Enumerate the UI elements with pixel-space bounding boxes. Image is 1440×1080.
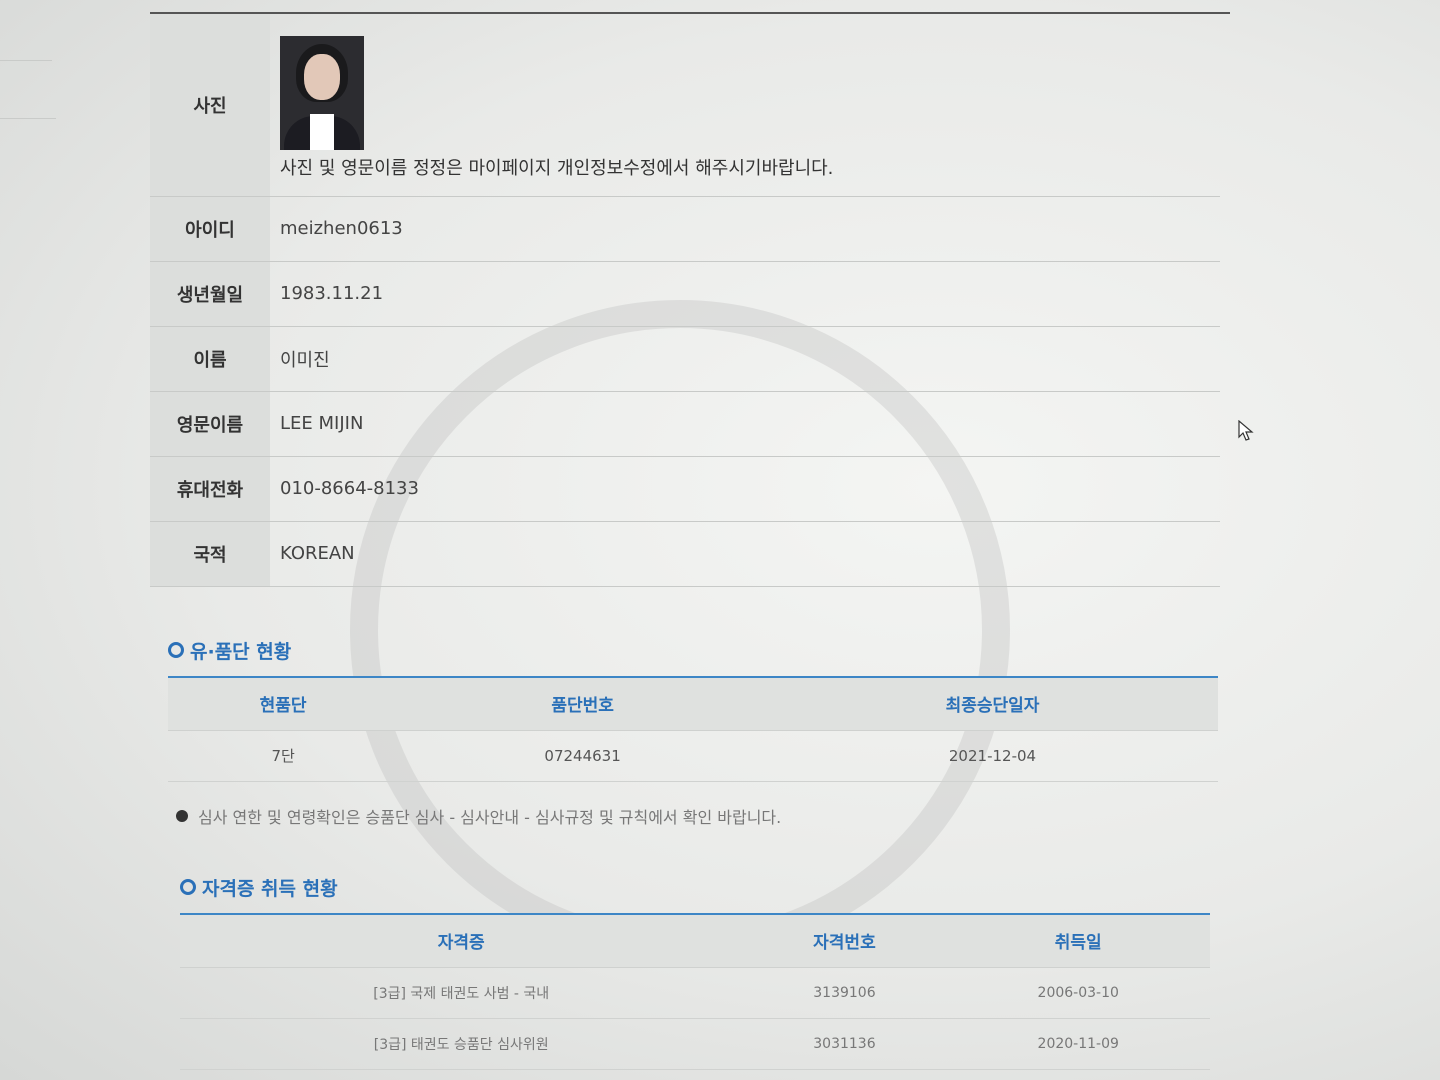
member-info-panel: 사진 사진 및 영문이름 정정은 마이페이지 개인정보수정에서 해주시기바랍니다…	[150, 12, 1230, 1070]
cell-certificate: [3급] 국제 태권도 사범 - 국내	[180, 967, 743, 1019]
table-row: 7단 07244631 2021-12-04	[168, 730, 1218, 782]
circle-bullet-icon	[168, 642, 184, 658]
cell-acquired-date: 2020-11-09	[946, 1018, 1210, 1070]
field-label: 생년월일	[150, 261, 270, 327]
bullet-dot-icon	[176, 809, 188, 822]
column-header: 현품단	[168, 677, 399, 731]
exam-notice: 심사 연한 및 연령확인은 승품단 심사 - 심사안내 - 심사규정 및 규칙에…	[176, 804, 1230, 828]
field-value: LEE MIJIN	[270, 391, 1220, 457]
field-label: 휴대전화	[150, 456, 270, 522]
cell-certificate-number: 3139106	[742, 967, 947, 1019]
cell-acquired-date: 2006-03-10	[946, 967, 1210, 1019]
cell-certificate-number: 3031136	[742, 1018, 947, 1070]
photo-note: 사진 및 영문이름 정정은 마이페이지 개인정보수정에서 해주시기바랍니다.	[280, 157, 834, 179]
mouse-cursor-icon	[1238, 420, 1254, 441]
field-row-id: 아이디 meizhen0613	[150, 196, 1220, 262]
column-header: 최종승단일자	[766, 677, 1218, 731]
field-label: 영문이름	[150, 391, 270, 457]
column-header: 품단번호	[398, 677, 767, 731]
field-row-name: 이름 이미진	[150, 326, 1220, 392]
profile-table: 사진 사진 및 영문이름 정정은 마이페이지 개인정보수정에서 해주시기바랍니다…	[150, 14, 1220, 587]
field-value: KOREAN	[270, 521, 1220, 587]
field-value: 이미진	[270, 326, 1220, 392]
page-background: 사진 사진 및 영문이름 정정은 마이페이지 개인정보수정에서 해주시기바랍니다…	[0, 0, 1440, 1080]
field-label: 국적	[150, 521, 270, 587]
cell-dan-number: 07244631	[398, 730, 767, 782]
cell-last-promotion-date: 2021-12-04	[766, 730, 1218, 782]
table-header-row: 현품단 품단번호 최종승단일자	[168, 677, 1218, 731]
circle-bullet-icon	[180, 879, 196, 895]
field-value: 1983.11.21	[270, 261, 1220, 327]
field-row-mobile: 휴대전화 010-8664-8133	[150, 456, 1220, 522]
table-header-row: 자격증 자격번호 취득일	[180, 914, 1210, 968]
field-row-nationality: 국적 KOREAN	[150, 521, 1220, 587]
column-header: 자격번호	[742, 914, 947, 968]
column-header: 자격증	[180, 914, 743, 968]
column-header: 취득일	[946, 914, 1210, 968]
field-row-birthdate: 생년월일 1983.11.21	[150, 261, 1220, 327]
cell-current-dan: 7단	[168, 730, 399, 782]
photo-row: 사진 사진 및 영문이름 정정은 마이페이지 개인정보수정에서 해주시기바랍니다…	[150, 14, 1220, 197]
field-label: 아이디	[150, 196, 270, 262]
profile-photo	[280, 35, 364, 150]
dan-status-table: 현품단 품단번호 최종승단일자 7단 07244631 2021-12-04	[168, 677, 1218, 782]
field-value: 010-8664-8133	[270, 456, 1220, 522]
dan-status-title: 유·품단 현황	[168, 637, 1230, 664]
cell-certificate: [3급] 태권도 승품단 심사위원	[180, 1018, 743, 1070]
photo-label: 사진	[150, 14, 270, 197]
table-row: [3급] 태권도 승품단 심사위원 3031136 2020-11-09	[180, 1018, 1210, 1070]
certificate-status-title: 자격증 취득 현황	[180, 874, 1230, 901]
table-row: [3급] 국제 태권도 사범 - 국내 3139106 2006-03-10	[180, 967, 1210, 1019]
field-label: 이름	[150, 326, 270, 392]
field-row-english-name: 영문이름 LEE MIJIN	[150, 391, 1220, 457]
certificate-table: 자격증 자격번호 취득일 [3급] 국제 태권도 사범 - 국내 3139106…	[180, 914, 1210, 1070]
field-value: meizhen0613	[270, 196, 1220, 262]
